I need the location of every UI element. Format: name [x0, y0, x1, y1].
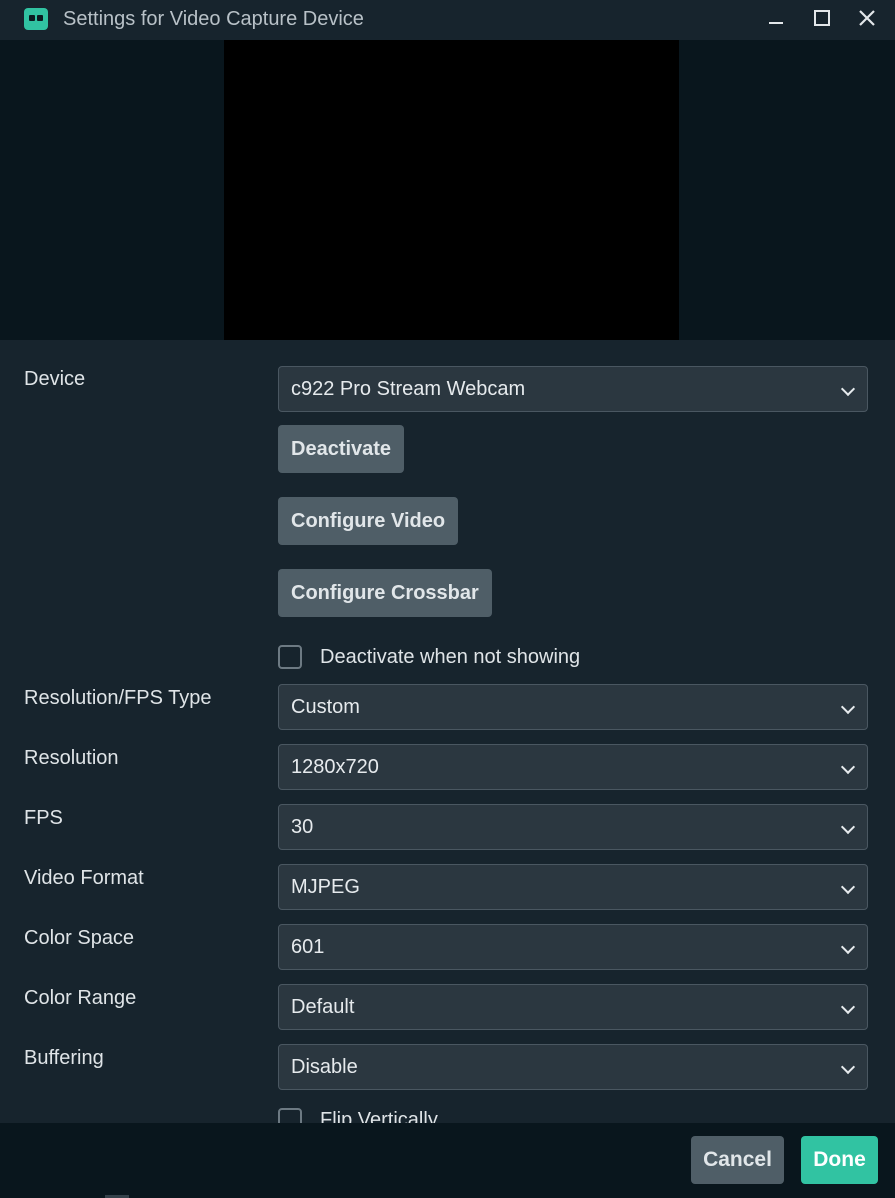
- settings-panel[interactable]: Device c922 Pro Stream Webcam Deactivate…: [0, 340, 895, 1123]
- resolution-label: Resolution: [24, 747, 119, 769]
- device-select-value: c922 Pro Stream Webcam: [291, 377, 526, 400]
- resolution-value: 1280x720: [291, 755, 379, 778]
- resolution-fps-type-value: Custom: [291, 695, 360, 718]
- done-button[interactable]: Done: [801, 1136, 878, 1184]
- color-space-label: Color Space: [24, 927, 135, 949]
- close-icon: [859, 10, 875, 26]
- window-title: Settings for Video Capture Device: [63, 8, 364, 30]
- configure-video-button[interactable]: Configure Video: [278, 497, 459, 545]
- chevron-down-icon: [840, 1059, 856, 1075]
- buffering-label: Buffering: [24, 1047, 104, 1069]
- cancel-button[interactable]: Cancel: [691, 1136, 784, 1184]
- video-format-select[interactable]: MJPEG: [278, 864, 868, 910]
- chevron-down-icon: [840, 759, 856, 775]
- resolution-select[interactable]: 1280x720: [278, 744, 868, 790]
- color-range-label: Color Range: [24, 987, 137, 1009]
- color-space-select[interactable]: 601: [278, 924, 868, 970]
- buffering-select[interactable]: Disable: [278, 1044, 868, 1090]
- chevron-down-icon: [840, 879, 856, 895]
- color-space-value: 601: [291, 935, 325, 958]
- chevron-down-icon: [840, 381, 856, 397]
- fps-value: 30: [291, 815, 314, 838]
- configure-crossbar-button[interactable]: Configure Crossbar: [278, 569, 492, 617]
- chevron-down-icon: [840, 819, 856, 835]
- video-format-value: MJPEG: [291, 875, 360, 898]
- chevron-down-icon: [840, 699, 856, 715]
- deactivate-when-not-showing-checkbox[interactable]: Deactivate when not showing: [278, 644, 580, 670]
- resolution-fps-type-select[interactable]: Custom: [278, 684, 868, 730]
- device-select[interactable]: c922 Pro Stream Webcam: [278, 366, 868, 412]
- minimize-button[interactable]: [760, 4, 792, 32]
- device-label: Device: [24, 368, 86, 390]
- dialog-footer: Cancel Done: [0, 1123, 895, 1198]
- checkbox-box[interactable]: [278, 645, 302, 669]
- flip-vertically-label: Flip Vertically: [320, 1108, 438, 1124]
- video-preview: [224, 40, 679, 340]
- flip-vertically-checkbox[interactable]: Flip Vertically: [278, 1107, 438, 1123]
- chevron-down-icon: [840, 939, 856, 955]
- close-button[interactable]: [851, 4, 883, 32]
- video-format-label: Video Format: [24, 867, 144, 889]
- buffering-value: Disable: [291, 1055, 358, 1078]
- deactivate-button[interactable]: Deactivate: [278, 425, 405, 473]
- minimize-icon: [769, 22, 783, 24]
- resolution-fps-type-label: Resolution/FPS Type: [24, 687, 212, 709]
- checkbox-box[interactable]: [278, 1108, 302, 1123]
- color-range-select[interactable]: Default: [278, 984, 868, 1030]
- maximize-icon: [814, 10, 830, 26]
- deactivate-when-not-showing-label: Deactivate when not showing: [320, 645, 581, 668]
- settings-window: Settings for Video Capture Device Device…: [0, 0, 895, 1198]
- streamlabs-app-icon: [24, 8, 48, 30]
- fps-label: FPS: [24, 807, 63, 829]
- color-range-value: Default: [291, 995, 355, 1018]
- title-bar[interactable]: Settings for Video Capture Device: [0, 0, 895, 40]
- preview-area: [0, 40, 895, 340]
- chevron-down-icon: [840, 999, 856, 1015]
- fps-select[interactable]: 30: [278, 804, 868, 850]
- maximize-button[interactable]: [806, 4, 838, 32]
